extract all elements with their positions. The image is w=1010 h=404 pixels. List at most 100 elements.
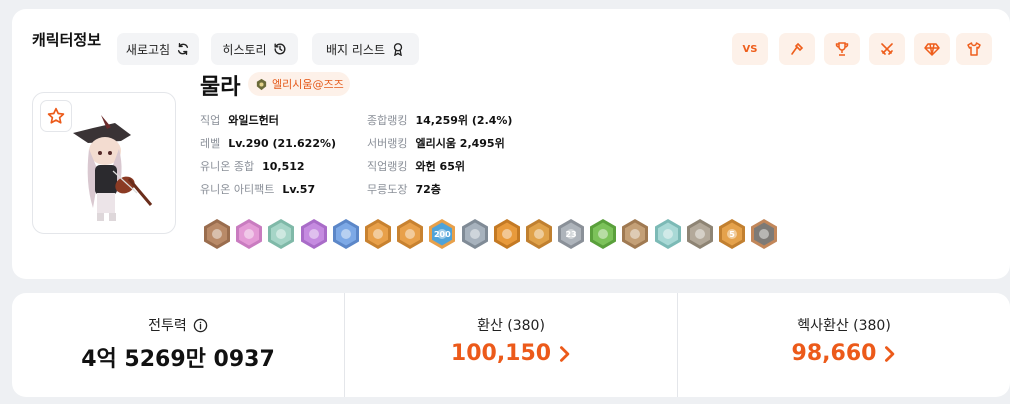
info-union-label: 유니온 종합 bbox=[200, 160, 255, 173]
info-server-rank-label: 서버랭킹 bbox=[367, 137, 408, 150]
info-job-value: 와일드헌터 bbox=[228, 114, 279, 127]
badge-emblem-icon bbox=[461, 219, 488, 249]
crossed-swords-icon bbox=[881, 43, 893, 55]
info-level: 레벨 Lv.290 (21.622%) bbox=[200, 135, 336, 151]
info-union-value: 10,512 bbox=[262, 159, 305, 173]
combat-power-value: 4억 5269만 0937 bbox=[81, 347, 275, 372]
badge-emblem-icon bbox=[397, 219, 424, 249]
refresh-icon bbox=[178, 43, 189, 55]
achievement-badge[interactable] bbox=[395, 218, 425, 250]
guild-badge[interactable]: 엘리시움@즈즈 bbox=[248, 72, 350, 96]
rebirth-stat[interactable]: 환산 (380) 100,150 bbox=[344, 293, 677, 397]
guild-emblem-icon bbox=[256, 78, 267, 90]
achievement-badge[interactable] bbox=[266, 218, 296, 250]
rebirth-label: 환산 (380) bbox=[477, 318, 545, 334]
shirt-icon bbox=[967, 42, 981, 56]
combat-power-label: 전투력 bbox=[148, 318, 187, 334]
gem-icon bbox=[924, 43, 940, 56]
achievement-badge[interactable] bbox=[685, 218, 715, 250]
achievement-badge[interactable] bbox=[363, 218, 393, 250]
badge-emblem-icon bbox=[622, 219, 649, 249]
guild-name: 엘리시움@즈즈 bbox=[272, 78, 344, 91]
achievement-badge[interactable]: 200 bbox=[427, 218, 457, 250]
achievement-badge[interactable] bbox=[492, 218, 522, 250]
refresh-button[interactable]: 새로고침 bbox=[117, 33, 199, 65]
badge-emblem-icon bbox=[654, 219, 681, 249]
character-name: 물라 bbox=[200, 75, 241, 100]
info-job: 직업 와일드헌터 bbox=[200, 112, 279, 128]
hammer-icon bbox=[791, 42, 804, 55]
info-level-value: Lv.290 (21.622%) bbox=[228, 136, 337, 150]
badge-emblem-icon bbox=[268, 219, 295, 249]
history-button[interactable]: 히스토리 bbox=[211, 33, 298, 65]
info-union: 유니온 종합 10,512 bbox=[200, 158, 305, 174]
info-total-rank-label: 종합랭킹 bbox=[367, 114, 408, 127]
badge-emblem-icon bbox=[332, 219, 359, 249]
section-title: 캐릭터정보 bbox=[32, 31, 102, 49]
hammer-button[interactable] bbox=[779, 33, 815, 65]
info-level-label: 레벨 bbox=[200, 137, 221, 150]
vs-button[interactable]: VS bbox=[732, 33, 768, 65]
character-info-card: 캐릭터정보 새로고침 히스토리 배지 리스트 VS 물라 엘리시움@즈즈 직업 … bbox=[12, 9, 1010, 279]
info-artifact-label: 유니온 아티팩트 bbox=[200, 183, 275, 196]
equipment-button[interactable] bbox=[956, 33, 992, 65]
badge-label: 23 bbox=[565, 230, 577, 239]
badge-row: 200 23 5 bbox=[202, 218, 779, 250]
character-avatar bbox=[73, 115, 153, 221]
badge-emblem-icon bbox=[204, 219, 230, 249]
info-server-rank: 서버랭킹 엘리시움 2,495위 bbox=[367, 135, 505, 151]
badge-emblem-icon bbox=[525, 219, 552, 249]
badge-emblem-icon bbox=[236, 219, 263, 249]
achievement-badge[interactable] bbox=[460, 218, 490, 250]
achievement-badge[interactable] bbox=[749, 218, 779, 250]
refresh-button-label: 새로고침 bbox=[125, 42, 171, 57]
achievement-badge[interactable] bbox=[202, 218, 232, 250]
trophy-icon bbox=[835, 42, 849, 56]
info-total-rank-value: 14,259위 (2.4%) bbox=[415, 114, 513, 127]
achievement-badge[interactable] bbox=[331, 218, 361, 250]
badge-emblem-icon bbox=[686, 219, 713, 249]
vs-label: VS bbox=[742, 43, 758, 55]
badge-emblem-icon bbox=[300, 219, 327, 249]
badge-emblem-icon bbox=[751, 219, 778, 249]
badge-emblem-icon bbox=[493, 219, 520, 249]
achievement-badge[interactable] bbox=[524, 218, 554, 250]
hexa-value: 98,660 bbox=[791, 341, 877, 366]
info-artifact-value: Lv.57 bbox=[282, 182, 316, 196]
badge-label: 5 bbox=[729, 230, 735, 239]
chevron-right-icon bbox=[560, 345, 570, 362]
hexa-value-row[interactable]: 98,660 bbox=[678, 341, 1010, 366]
achievement-badge[interactable] bbox=[299, 218, 329, 250]
achievement-badge[interactable] bbox=[620, 218, 650, 250]
info-dojang: 무릉도장 72층 bbox=[367, 181, 441, 197]
achievement-badge[interactable]: 23 bbox=[556, 218, 586, 250]
rebirth-value-row[interactable]: 100,150 bbox=[345, 341, 677, 366]
combat-power-stat: 전투력 4억 5269만 0937 bbox=[12, 293, 344, 397]
info-dojang-value: 72층 bbox=[415, 183, 441, 196]
achievement-badge[interactable] bbox=[234, 218, 264, 250]
info-job-label: 직업 bbox=[200, 114, 221, 127]
rebirth-value: 100,150 bbox=[450, 341, 552, 366]
info-icon[interactable] bbox=[193, 318, 208, 333]
avatar-frame bbox=[32, 92, 176, 234]
info-job-rank: 직업랭킹 와헌 65위 bbox=[367, 158, 465, 174]
badge-emblem-icon bbox=[590, 219, 617, 249]
info-job-rank-value: 와헌 65위 bbox=[415, 160, 465, 173]
trophy-button[interactable] bbox=[824, 33, 860, 65]
chevron-right-icon bbox=[885, 345, 895, 362]
achievement-badge[interactable]: 5 bbox=[717, 218, 747, 250]
info-dojang-label: 무릉도장 bbox=[367, 183, 408, 196]
achievement-badge[interactable] bbox=[588, 218, 618, 250]
hexa-stat[interactable]: 헥사환산 (380) 98,660 bbox=[677, 293, 1010, 397]
info-total-rank: 종합랭킹 14,259위 (2.4%) bbox=[367, 112, 512, 128]
badge-icon bbox=[393, 43, 403, 56]
gem-button[interactable] bbox=[914, 33, 950, 65]
achievement-badge[interactable] bbox=[653, 218, 683, 250]
history-button-label: 히스토리 bbox=[222, 42, 267, 57]
badge-list-button[interactable]: 배지 리스트 bbox=[312, 33, 419, 65]
stats-panel: 전투력 4억 5269만 0937 환산 (380) 100,150 헥사환산 … bbox=[12, 293, 1010, 397]
badge-label: 200 bbox=[433, 230, 451, 239]
swords-button[interactable] bbox=[869, 33, 905, 65]
badge-list-button-label: 배지 리스트 bbox=[325, 42, 385, 57]
hexa-label: 헥사환산 (380) bbox=[797, 318, 891, 334]
